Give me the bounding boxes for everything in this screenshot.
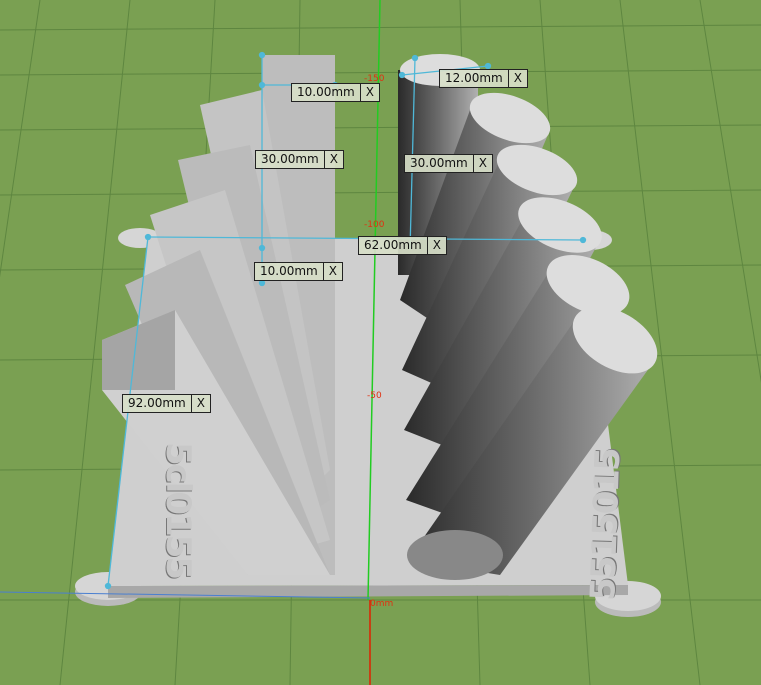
- measurement-value: 10.00mm: [292, 84, 361, 101]
- measurement-value: 10.00mm: [255, 263, 324, 280]
- measurement-label: 30.00mm X: [255, 150, 344, 169]
- measurement-label: 12.00mm X: [439, 69, 528, 88]
- 3d-viewport[interactable]: [0, 0, 761, 685]
- remove-measurement-button[interactable]: X: [428, 237, 446, 254]
- remove-measurement-button[interactable]: X: [192, 395, 210, 412]
- remove-measurement-button[interactable]: X: [324, 263, 342, 280]
- axis-label: 0mm: [370, 599, 394, 609]
- plate-text-right: 5515015: [583, 448, 629, 602]
- remove-measurement-button[interactable]: X: [325, 151, 343, 168]
- measurement-label: 10.00mm X: [254, 262, 343, 281]
- remove-measurement-button[interactable]: X: [509, 70, 527, 87]
- cylinder-models[interactable]: [398, 54, 669, 580]
- axis-label: -100: [364, 220, 385, 230]
- axis-label: -50: [367, 391, 382, 401]
- measurement-label: 30.00mm X: [404, 154, 493, 173]
- measurement-label: 62.00mm X: [358, 236, 447, 255]
- measurement-value: 30.00mm: [256, 151, 325, 168]
- measurement-value: 92.00mm: [123, 395, 192, 412]
- measurement-label: 10.00mm X: [291, 83, 380, 102]
- remove-measurement-button[interactable]: X: [474, 155, 492, 172]
- remove-measurement-button[interactable]: X: [361, 84, 379, 101]
- measurement-value: 30.00mm: [405, 155, 474, 172]
- measurement-value: 12.00mm: [440, 70, 509, 87]
- plate-text-left: 5cl0155: [158, 441, 199, 579]
- measurement-value: 62.00mm: [359, 237, 428, 254]
- measurement-label: 92.00mm X: [122, 394, 211, 413]
